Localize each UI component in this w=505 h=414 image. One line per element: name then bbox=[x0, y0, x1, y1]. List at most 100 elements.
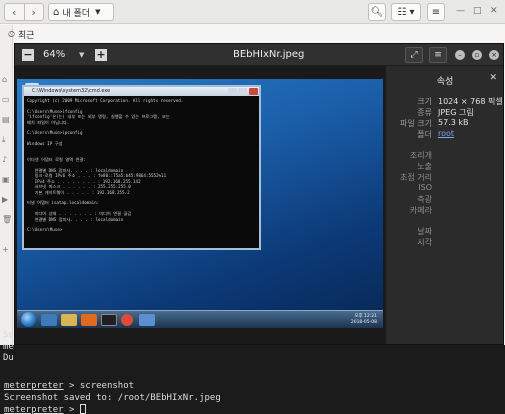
terminal[interactable]: Se me Du meterpreter > screenshot Screen… bbox=[0, 330, 505, 414]
windows-taskbar-image: 오후 12:21 2018-05-08 bbox=[17, 310, 383, 328]
viewer-title: BEbHIxNr.jpeg bbox=[233, 49, 305, 60]
home-icon: ⌂ bbox=[53, 6, 60, 18]
date-row: 날짜 bbox=[386, 226, 504, 237]
maximize-icon[interactable]: □ bbox=[473, 6, 482, 16]
property-row: 종류 JPEG 그림 bbox=[386, 107, 504, 118]
zoom-level[interactable]: 64% bbox=[43, 49, 65, 60]
property-row: 폴더 root bbox=[386, 129, 504, 140]
path-label: 내 폴더 bbox=[62, 8, 91, 19]
property-key: 종류 bbox=[417, 108, 432, 117]
desktop: ‹ › ⌂ 내 폴더 ▼ 🔍︎ ☷ ▾ ≡ — □ ✕ ⌂ ▭ ▤ ⤓ ♪ ▣ … bbox=[0, 0, 505, 414]
chevron-right-icon: › bbox=[31, 5, 36, 19]
sidebar-item-home-icon[interactable]: ⌂ bbox=[2, 75, 7, 84]
chevron-left-icon: ‹ bbox=[12, 5, 17, 19]
back-button[interactable]: ‹ bbox=[5, 4, 24, 20]
zoom-in-button[interactable]: + bbox=[95, 49, 107, 61]
menu-button[interactable]: ≡ bbox=[427, 3, 445, 21]
viewer-menu-button[interactable]: ≡ bbox=[429, 47, 447, 63]
clock-date: 2018-05-08 bbox=[350, 320, 377, 325]
minimize-icon[interactable]: – bbox=[455, 50, 465, 60]
terminal-fragment: Du bbox=[3, 353, 14, 363]
terminal-command: > screenshot bbox=[63, 381, 135, 391]
terminal-fragment: Se bbox=[3, 330, 14, 340]
nav-buttons: ‹ › bbox=[4, 3, 44, 21]
property-key: 폴더 bbox=[417, 130, 432, 139]
exif-key: 노출 bbox=[417, 162, 432, 171]
properties-title: 속성 bbox=[436, 77, 454, 87]
date-key: 시각 bbox=[417, 238, 432, 247]
sidebar-item-desktop-icon[interactable]: ▭ bbox=[2, 95, 10, 104]
terminal-fragment: me bbox=[3, 342, 14, 352]
chrome-icon bbox=[121, 314, 133, 326]
search-button[interactable]: 🔍︎ bbox=[368, 3, 386, 21]
property-row: 파일 크기 57.3 kB bbox=[386, 118, 504, 129]
terminal-cursor bbox=[79, 404, 86, 414]
terminal-line: Screenshot saved to: /root/BEbHIxNr.jpeg bbox=[4, 393, 221, 403]
terminal-line: meterpreter > screenshot bbox=[4, 381, 134, 391]
image-canvas[interactable]: C:\Windows\system32\cmd.exe Copyright (c… bbox=[15, 66, 385, 344]
zoom-dropdown-icon[interactable]: ▼ bbox=[79, 51, 84, 59]
files-header-bar: ‹ › ⌂ 내 폴더 ▼ 🔍︎ ☷ ▾ ≡ — □ ✕ bbox=[0, 0, 505, 24]
media-player-icon bbox=[81, 314, 97, 326]
taskbar-clock: 오후 12:21 2018-05-08 bbox=[351, 314, 377, 326]
cmd-output: Copyright (c) 2009 Microsoft Corporation… bbox=[24, 96, 259, 235]
exif-row: ISO bbox=[386, 183, 504, 194]
start-orb-icon bbox=[21, 312, 36, 327]
date-row: 시각 bbox=[386, 237, 504, 248]
exif-row: 조리개 bbox=[386, 150, 504, 161]
hamburger-icon: ≡ bbox=[434, 50, 442, 60]
image-viewer-window: − 64% ▼ + BEbHIxNr.jpeg ⤢ ≡ – ▫ × C:\Win… bbox=[14, 43, 504, 345]
path-bar-button[interactable]: ⌂ 내 폴더 ▼ bbox=[48, 3, 114, 21]
cmd-line: C:\Users\Muse> bbox=[27, 227, 63, 233]
clock-icon: ⏲ bbox=[8, 29, 16, 40]
app-icon bbox=[139, 314, 155, 326]
property-value: JPEG 그림 bbox=[438, 108, 474, 117]
properties-panel: 속성 ✕ 크기 1024 × 768 픽셀 종류 JPEG 그림파일 크기 57.3 k… bbox=[385, 66, 503, 344]
property-key: 크기 bbox=[417, 97, 432, 106]
exif-row: 측광 bbox=[386, 194, 504, 205]
exif-row: 카메라 bbox=[386, 205, 504, 216]
forward-button[interactable]: › bbox=[23, 4, 44, 20]
sidebar-item-videos-icon[interactable]: ▶ bbox=[2, 195, 8, 204]
view-mode-button[interactable]: ☷ ▾ bbox=[391, 3, 421, 21]
property-value: 57.3 kB bbox=[438, 118, 469, 127]
zoom-out-button[interactable]: − bbox=[22, 49, 34, 61]
list-view-icon: ☷ ▾ bbox=[397, 6, 415, 18]
folder-link[interactable]: root bbox=[438, 129, 454, 138]
terminal-prompt: meterpreter bbox=[4, 381, 64, 391]
windows7-desktop-image: C:\Windows\system32\cmd.exe Copyright (c… bbox=[17, 79, 383, 310]
chevron-down-icon: ▼ bbox=[95, 8, 101, 16]
property-key: 파일 크기 bbox=[400, 119, 432, 128]
sidebar-item-pictures-icon[interactable]: ▣ bbox=[2, 175, 10, 184]
date-key: 날짜 bbox=[417, 227, 432, 236]
cmd-taskbar-icon bbox=[101, 314, 117, 326]
sidebar-item-trash-icon[interactable]: 🗑︎ bbox=[2, 215, 12, 224]
exif-key: 측광 bbox=[417, 195, 432, 204]
terminal-prompt: meterpreter bbox=[4, 405, 64, 414]
sidebar-item-downloads-icon[interactable]: ⤓ bbox=[2, 135, 6, 145]
hamburger-icon: ≡ bbox=[431, 6, 441, 18]
exif-row: 초점 거리 bbox=[386, 172, 504, 183]
exif-key: ISO bbox=[418, 183, 432, 192]
maximize-icon[interactable]: ▫ bbox=[472, 50, 482, 60]
sidebar-item-docs-icon[interactable]: ▤ bbox=[2, 115, 10, 124]
fullscreen-button[interactable]: ⤢ bbox=[405, 47, 423, 63]
sidebar-item-recent[interactable]: ⏲ 최근 bbox=[8, 28, 35, 42]
exif-row: 노출 bbox=[386, 161, 504, 172]
viewer-header-bar: − 64% ▼ + BEbHIxNr.jpeg ⤢ ≡ – ▫ × bbox=[15, 44, 503, 66]
exif-key: 조리개 bbox=[409, 151, 432, 160]
property-row: 크기 1024 × 768 픽셀 bbox=[386, 96, 504, 107]
close-icon[interactable]: ✕ bbox=[489, 73, 497, 83]
fullscreen-icon: ⤢ bbox=[410, 50, 418, 60]
exif-key: 초점 거리 bbox=[400, 173, 432, 182]
recent-label: 최근 bbox=[18, 31, 35, 41]
minimize-icon[interactable]: — bbox=[456, 6, 465, 16]
sidebar-item-music-icon[interactable]: ♪ bbox=[2, 155, 7, 164]
close-icon[interactable]: × bbox=[489, 50, 499, 60]
close-icon[interactable]: ✕ bbox=[490, 6, 498, 16]
cmd-window: C:\Windows\system32\cmd.exe Copyright (c… bbox=[22, 85, 261, 250]
sidebar-item-other-icon[interactable]: + bbox=[2, 245, 9, 254]
exif-key: 카메라 bbox=[409, 206, 432, 215]
cmd-title-bar: C:\Windows\system32\cmd.exe bbox=[24, 87, 259, 96]
cmd-title: C:\Windows\system32\cmd.exe bbox=[32, 88, 111, 94]
